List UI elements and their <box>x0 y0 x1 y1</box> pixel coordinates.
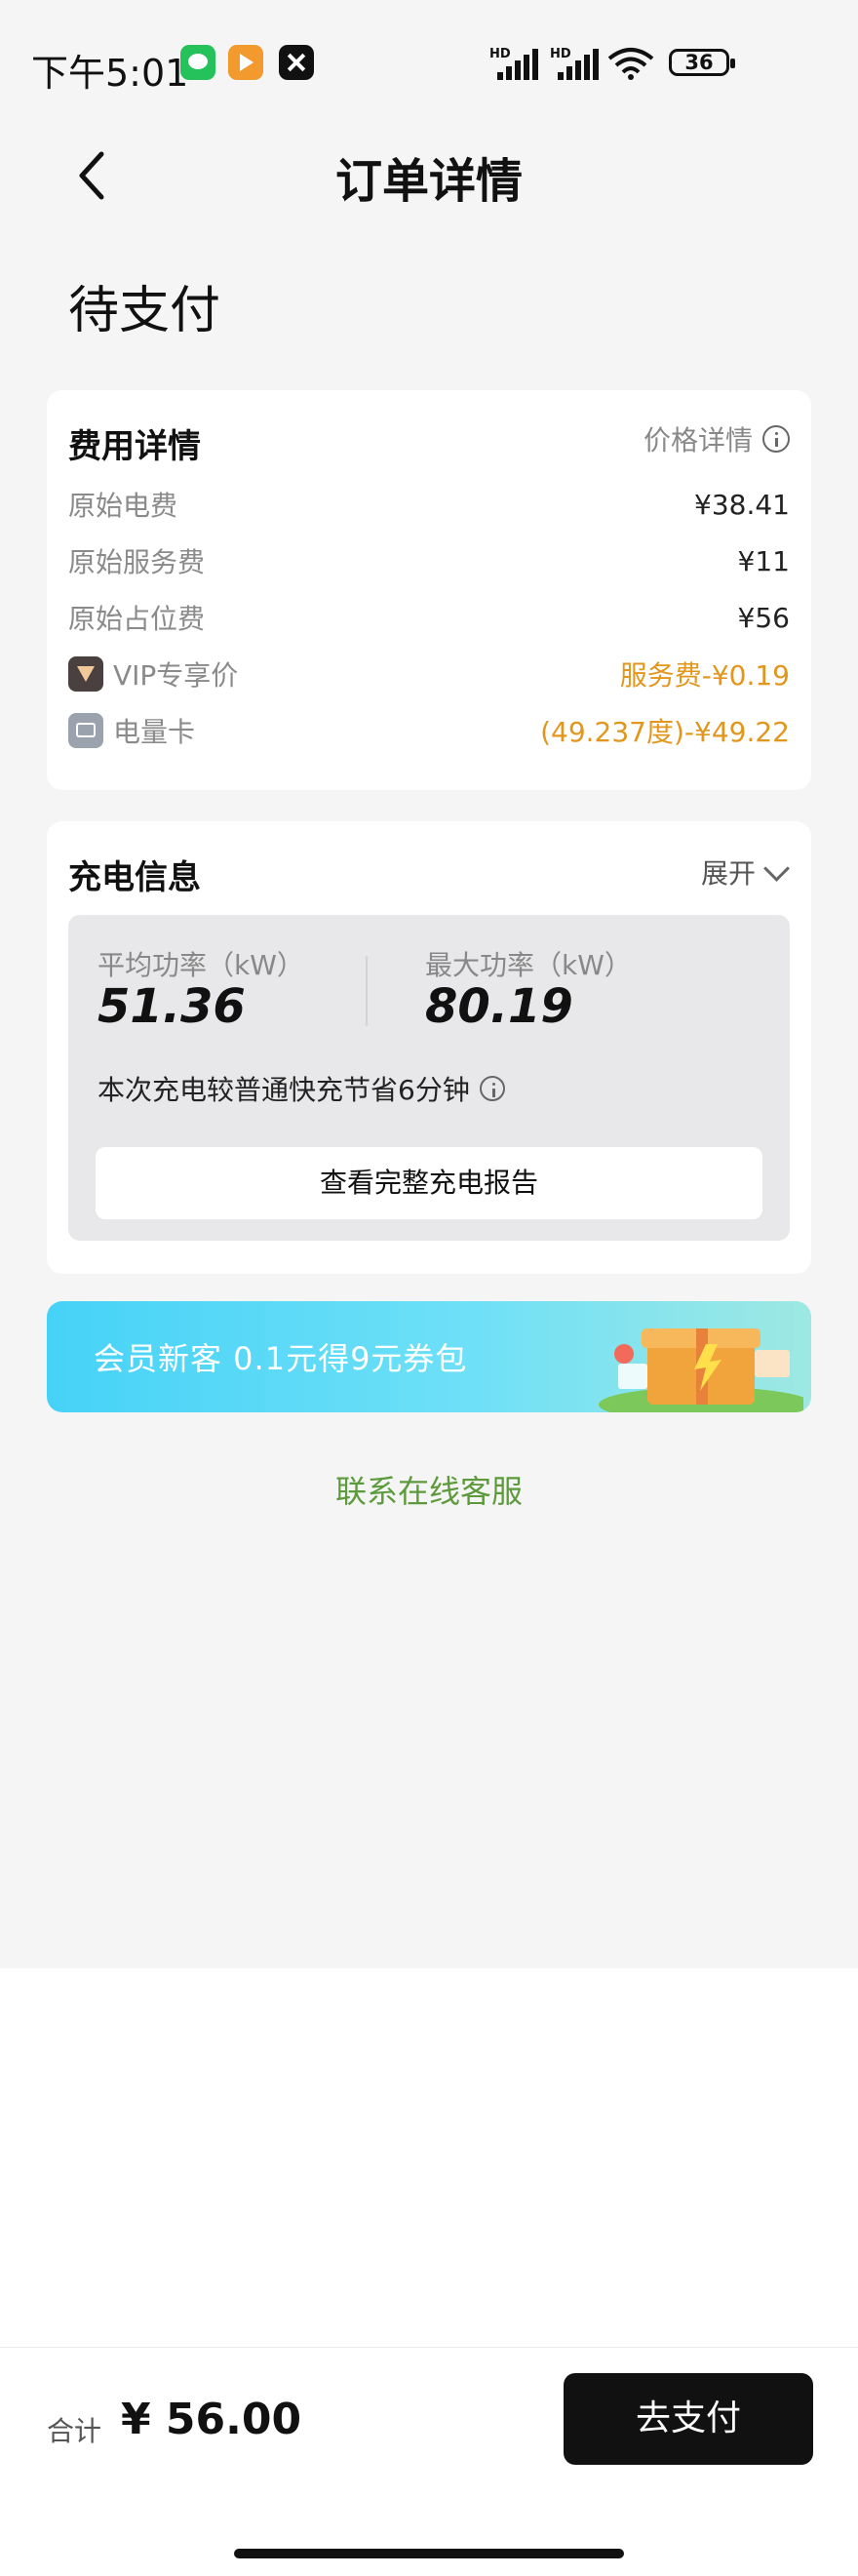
fee-label: 原始电费 <box>68 490 178 522</box>
video-app-icon <box>228 45 263 80</box>
avg-power-label: 平均功率（kW） <box>98 949 304 981</box>
wifi-icon <box>607 48 654 80</box>
promo-banner[interactable]: 会员新客 0.1元得9元券包 <box>47 1301 811 1412</box>
status-time: 下午5:01 <box>31 52 189 95</box>
chevron-down-icon <box>763 854 790 882</box>
gift-box-illustration <box>599 1328 803 1412</box>
wechat-icon <box>180 45 215 80</box>
fee-detail-card: 费用详情 价格详情 原始电费 ¥38.41 原始服务费 ¥11 原始占位费 ¥5… <box>47 390 811 790</box>
info-icon[interactable] <box>479 1076 505 1101</box>
x-app-icon <box>279 45 314 80</box>
fee-label: 原始服务费 <box>68 546 206 578</box>
fee-card-title: 费用详情 <box>68 427 201 466</box>
price-detail-label: 价格详情 <box>643 424 753 456</box>
energy-card-icon <box>68 713 103 748</box>
fee-value: ¥38.41 <box>694 488 790 521</box>
fee-value: (49.237度)-¥49.22 <box>540 716 790 748</box>
fee-label: VIP专享价 <box>113 659 239 692</box>
fee-label: 电量卡 <box>113 716 196 748</box>
pay-button[interactable]: 去支付 <box>564 2373 813 2465</box>
divider <box>366 956 368 1026</box>
charge-info-card: 充电信息 展开 平均功率（kW） 51.36 最大功率（kW） 80.19 本次… <box>47 821 811 1274</box>
battery-icon: 36 <box>669 49 735 76</box>
fee-row-vip: VIP专享价 服务费-¥0.19 <box>68 654 790 694</box>
bottom-bar: 合计 ¥ 56.00 去支付 <box>0 2347 858 2576</box>
cellular-signal-icon: HD <box>489 47 540 80</box>
promo-text: 会员新客 0.1元得9元券包 <box>94 1340 468 1377</box>
fee-value: 服务费-¥0.19 <box>619 659 790 692</box>
fee-value: ¥56 <box>737 601 790 634</box>
charge-card-title: 充电信息 <box>68 858 201 897</box>
saving-note-text: 本次充电较普通快充节省6分钟 <box>98 1074 470 1106</box>
page-title: 订单详情 <box>334 154 523 209</box>
fee-row: 原始电费 ¥38.41 <box>68 485 790 524</box>
total-label: 合计 <box>47 2415 102 2447</box>
max-power-value: 80.19 <box>425 979 573 1034</box>
info-icon <box>762 425 790 453</box>
view-report-button[interactable]: 查看完整充电报告 <box>96 1147 762 1219</box>
fee-row-energy-card: 电量卡 (49.237度)-¥49.22 <box>68 711 790 750</box>
charge-stats-box: 平均功率（kW） 51.36 最大功率（kW） 80.19 本次充电较普通快充节… <box>68 915 790 1241</box>
status-bar: 下午5:01 HD HD 36 <box>0 0 858 105</box>
cellular-signal-icon: HD <box>550 47 601 80</box>
order-status: 待支付 <box>68 282 221 340</box>
contact-service-link[interactable]: 联系在线客服 <box>0 1467 858 1512</box>
fee-value: ¥11 <box>737 544 790 577</box>
home-indicator[interactable] <box>234 2549 624 2558</box>
fee-row: 原始服务费 ¥11 <box>68 541 790 580</box>
saving-note: 本次充电较普通快充节省6分钟 <box>98 1069 505 1108</box>
max-power-label: 最大功率（kW） <box>425 949 632 981</box>
vip-icon <box>68 656 103 692</box>
fee-label: 原始占位费 <box>68 603 206 635</box>
expand-label: 展开 <box>700 857 756 890</box>
fee-row: 原始占位费 ¥56 <box>68 598 790 637</box>
avg-power-value: 51.36 <box>98 979 246 1034</box>
expand-button[interactable]: 展开 <box>700 852 790 892</box>
total-amount: ¥ 56.00 <box>121 2395 302 2444</box>
price-detail-button[interactable]: 价格详情 <box>644 419 790 458</box>
